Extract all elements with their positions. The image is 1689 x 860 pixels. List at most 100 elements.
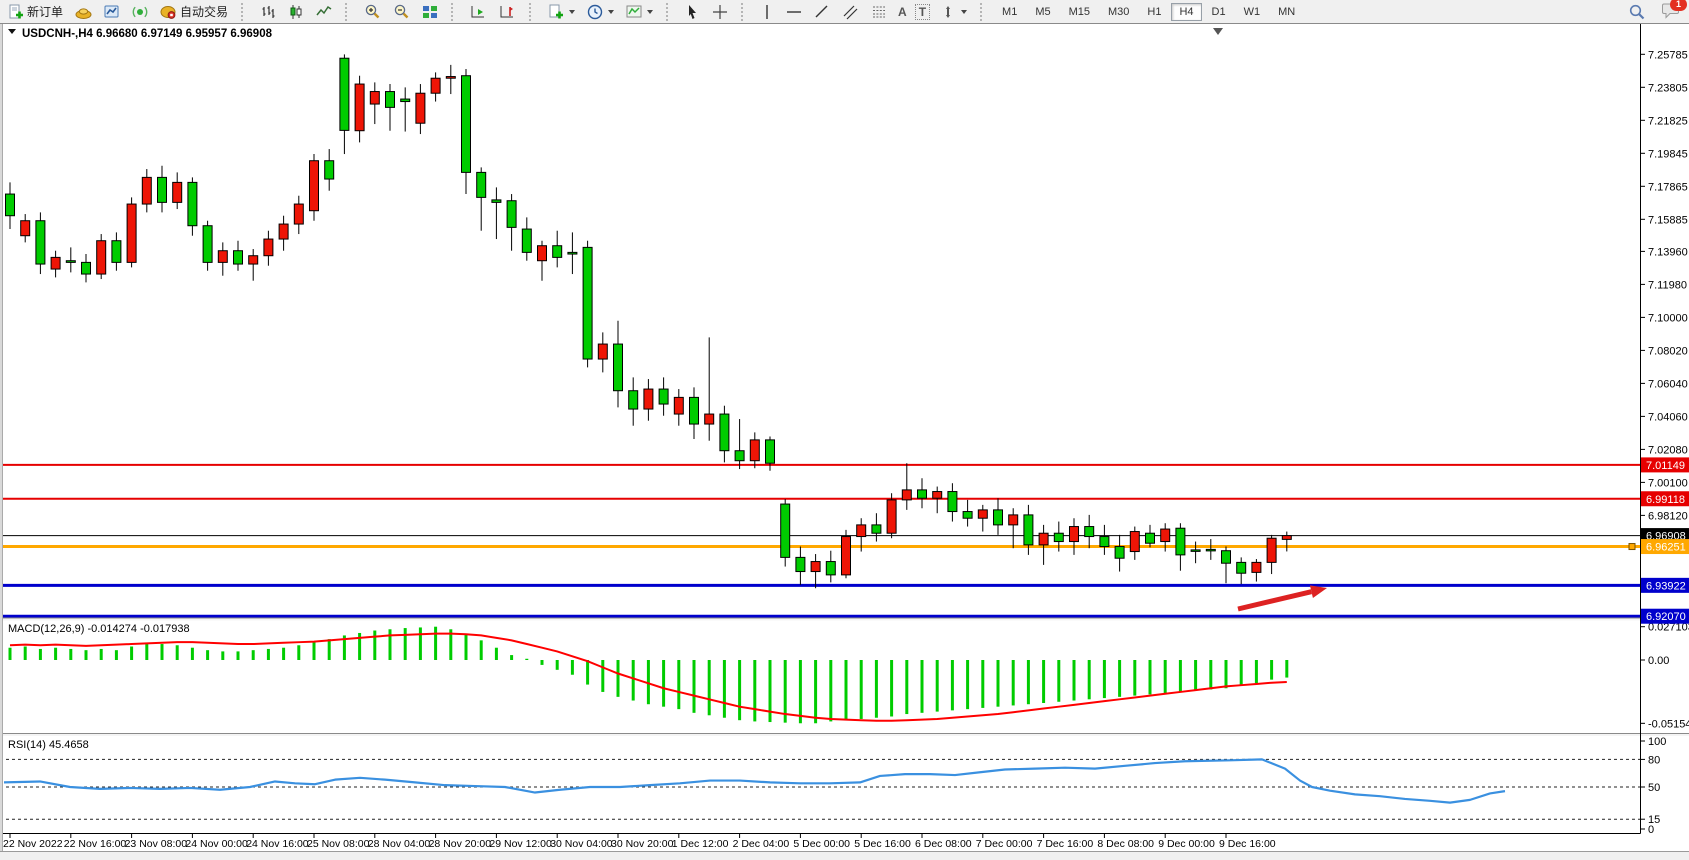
zoom-out-button[interactable] xyxy=(388,1,415,22)
timeframe-m5[interactable]: M5 xyxy=(1027,3,1058,21)
equidistant-channel-icon xyxy=(842,4,859,20)
chart-header: USDCNH-,H4 6.96680 6.97149 6.95957 6.969… xyxy=(8,28,273,40)
bar-chart-button[interactable] xyxy=(255,2,281,22)
text-label-button[interactable]: T xyxy=(912,3,933,21)
auto-scroll-button[interactable] xyxy=(465,2,492,22)
gold-button[interactable] xyxy=(70,2,97,22)
candle-body xyxy=(629,391,638,409)
arrows-button[interactable] xyxy=(935,2,972,22)
candle-body xyxy=(1252,562,1261,572)
candle-body xyxy=(310,161,319,211)
search-button[interactable] xyxy=(1623,1,1651,23)
cursor-button[interactable] xyxy=(680,2,705,22)
new-chart-button[interactable] xyxy=(543,2,580,22)
candle-body xyxy=(1161,529,1170,542)
cursor-icon xyxy=(685,4,700,20)
candle-body xyxy=(21,221,30,236)
candle-body xyxy=(492,200,501,203)
trend-line-button[interactable] xyxy=(809,2,835,22)
market-watch-button[interactable] xyxy=(99,2,125,22)
horizontal-line-button[interactable] xyxy=(781,2,807,22)
candle-chart-button[interactable] xyxy=(283,2,309,22)
price-badge-label: 6.99118 xyxy=(1646,494,1685,506)
candle-body xyxy=(842,537,851,575)
fibonacci-button[interactable] xyxy=(866,2,893,22)
timeframe-m1[interactable]: M1 xyxy=(994,3,1025,21)
signal-icon xyxy=(132,4,148,20)
timeframe-w1[interactable]: W1 xyxy=(1236,3,1269,21)
timeframe-h4[interactable]: H4 xyxy=(1171,3,1201,21)
candle-body xyxy=(142,177,151,204)
crosshair-icon xyxy=(712,4,728,20)
time-axis-label: 7 Dec 16:00 xyxy=(1037,838,1094,850)
rsi-axis-label: 100 xyxy=(1648,736,1666,748)
candle-body xyxy=(1267,538,1276,562)
price-axis-label: 7.08020 xyxy=(1648,345,1688,357)
candle-body xyxy=(1024,515,1033,545)
candle-body xyxy=(1191,550,1200,552)
chevron-down-icon xyxy=(569,10,575,17)
period-button[interactable] xyxy=(582,2,619,22)
new-order-button[interactable]: 新订单 xyxy=(3,1,68,22)
text-icon: A xyxy=(898,5,907,19)
price-axis-label: 7.00100 xyxy=(1648,477,1688,489)
price-axis-label: 7.23805 xyxy=(1648,82,1688,94)
toolbar-separator xyxy=(980,3,988,21)
rsi-axis-label: 0 xyxy=(1648,824,1654,836)
time-axis-label: 2 Dec 04:00 xyxy=(733,838,790,850)
time-axis-label: 25 Nov 08:00 xyxy=(307,838,370,850)
candle-body xyxy=(705,414,714,424)
time-axis-label: 24 Nov 00:00 xyxy=(185,838,248,850)
chat-button[interactable]: 1 xyxy=(1662,2,1681,22)
candle-body xyxy=(1176,528,1185,555)
zoom-in-button[interactable] xyxy=(359,1,386,22)
chart-canvas[interactable]: 7.257857.238057.218257.198457.178657.158… xyxy=(0,0,1689,860)
candle-body xyxy=(127,204,136,262)
candle-body xyxy=(1130,532,1139,552)
candle-body xyxy=(614,344,623,391)
timeframe-m30[interactable]: M30 xyxy=(1100,3,1137,21)
candle-body xyxy=(325,161,334,179)
candle-body xyxy=(203,226,212,263)
timeframe-m15[interactable]: M15 xyxy=(1061,3,1098,21)
candle-body xyxy=(583,247,592,359)
candle-body xyxy=(644,389,653,409)
time-axis-label: 7 Dec 00:00 xyxy=(976,838,1033,850)
vertical-line-button[interactable] xyxy=(755,2,779,22)
time-axis-label: 22 Nov 2022 xyxy=(3,838,63,850)
candle-body xyxy=(826,562,835,575)
auto-trading-button[interactable]: 自动交易 xyxy=(155,1,233,22)
candle-body xyxy=(963,512,972,519)
text-label-icon: T xyxy=(915,4,930,20)
candle-body xyxy=(553,246,562,258)
chart-mode-group xyxy=(252,1,340,23)
time-axis-label: 9 Dec 16:00 xyxy=(1219,838,1276,850)
hline-anchor[interactable] xyxy=(1629,544,1635,550)
fibonacci-icon xyxy=(871,4,888,20)
candle-body xyxy=(1146,533,1155,543)
equidistant-channel-button[interactable] xyxy=(837,2,864,22)
trade-toolbar-group: 新订单 自动交易 xyxy=(0,1,236,23)
crosshair-button[interactable] xyxy=(707,2,733,22)
templates-button[interactable] xyxy=(621,2,658,22)
candle-body xyxy=(234,251,243,264)
timeframe-h1[interactable]: H1 xyxy=(1139,3,1169,21)
price-axis-label: 7.25785 xyxy=(1648,49,1688,61)
tile-windows-button[interactable] xyxy=(417,2,443,22)
signal-button[interactable] xyxy=(127,2,153,22)
period-clock-icon xyxy=(587,4,603,20)
text-button[interactable]: A xyxy=(895,4,910,20)
candle-body xyxy=(887,500,896,533)
candle-body xyxy=(370,92,379,105)
candle-body xyxy=(36,221,45,264)
chart-shift-button[interactable] xyxy=(494,2,521,22)
candle-body xyxy=(218,251,227,263)
trend-line-icon xyxy=(814,4,830,20)
bottom-scroll-strip[interactable] xyxy=(0,851,1689,860)
candle-body xyxy=(522,229,531,252)
market-watch-icon xyxy=(104,4,120,20)
line-chart-button[interactable] xyxy=(311,2,337,22)
timeframe-mn[interactable]: MN xyxy=(1270,3,1303,21)
candle-body xyxy=(598,344,607,359)
timeframe-d1[interactable]: D1 xyxy=(1204,3,1234,21)
